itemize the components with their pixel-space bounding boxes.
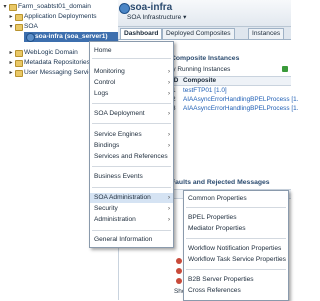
expand-icon[interactable]: ▸: [8, 48, 14, 58]
chevron-right-icon: ›: [168, 143, 170, 149]
chevron-right-icon: ›: [168, 206, 170, 212]
tab-dashboard[interactable]: Dashboard: [120, 28, 163, 39]
folder-icon: [15, 50, 23, 57]
chevron-right-icon: ›: [168, 132, 170, 138]
soa-infra-icon: [26, 33, 35, 42]
faults-title: Faults and Rejected Messages: [171, 179, 270, 186]
table-row[interactable]: AIAAsyncErrorHandlingBPELProcess [1.: [183, 105, 298, 113]
expand-icon[interactable]: ▸: [8, 12, 14, 22]
expand-icon[interactable]: ▸: [8, 58, 14, 68]
menu-item-monitoring[interactable]: Monitoring ›: [90, 67, 173, 77]
folder-icon: [15, 70, 23, 77]
tab-bar: Dashboard Deployed Composites Instances: [118, 27, 291, 40]
submenu-item-workflow-notification[interactable]: Workflow Notification Properties: [184, 244, 288, 254]
expand-icon[interactable]: ▸: [8, 68, 14, 78]
tab-instances[interactable]: Instances: [248, 28, 285, 39]
submenu-item-b2b-server[interactable]: B2B Server Properties: [184, 275, 288, 285]
tab-deployed-composites[interactable]: Deployed Composites: [162, 28, 235, 39]
menu-item-administration[interactable]: Administration ›: [90, 215, 173, 225]
menu-item-services-references[interactable]: Services and References: [90, 152, 173, 162]
page-title: soa-infra: [130, 2, 173, 13]
menu-item-security[interactable]: Security ›: [90, 204, 173, 214]
column-composite[interactable]: Composite: [183, 77, 216, 85]
submenu-item-bpel-properties[interactable]: BPEL Properties: [184, 213, 288, 223]
menu-item-service-engines[interactable]: Service Engines ›: [90, 130, 173, 140]
fault-icon: [176, 278, 182, 284]
menu-item-business-events[interactable]: Business Events: [90, 172, 173, 182]
menu-item-home[interactable]: Home: [90, 46, 173, 56]
submenu-item-workflow-task-service[interactable]: Workflow Task Service Properties: [184, 255, 288, 265]
fault-icon: [176, 268, 182, 274]
chevron-right-icon: ›: [168, 80, 170, 86]
chevron-right-icon: ›: [168, 111, 170, 117]
check-icon: [282, 66, 288, 72]
running-instances-label: ly Running Instances: [171, 66, 231, 73]
composite-instances-title: Composite Instances: [171, 55, 240, 62]
menu-item-soa-administration[interactable]: SOA Administration ›: [90, 193, 173, 203]
submenu-item-mediator-properties[interactable]: Mediator Properties: [184, 224, 288, 234]
menu-item-bindings[interactable]: Bindings ›: [90, 141, 173, 151]
menu-separator: [92, 58, 171, 59]
folder-icon: [9, 4, 17, 11]
menu-item-logs[interactable]: Logs ›: [90, 89, 173, 99]
folder-icon: [15, 24, 23, 31]
menu-separator: [186, 207, 286, 208]
table-row[interactable]: AIAAsyncErrorHandlingBPELProcess [1.: [183, 96, 298, 104]
collapse-icon[interactable]: ▾: [8, 22, 14, 32]
menu-separator: [186, 238, 286, 239]
soa-administration-submenu: Common Properties BPEL Properties Mediat…: [183, 190, 289, 301]
menu-separator: [92, 230, 171, 231]
chevron-right-icon: ›: [168, 217, 170, 223]
folder-icon: [15, 14, 23, 21]
menu-separator: [92, 166, 171, 167]
chevron-right-icon: ›: [168, 69, 170, 75]
page-header: soa-infra SOA Infrastructure ▾: [118, 0, 291, 27]
menu-separator: [186, 269, 286, 270]
collapse-icon[interactable]: ▾: [2, 2, 8, 12]
menu-separator: [92, 123, 171, 124]
menu-item-general-information[interactable]: General Information: [90, 235, 173, 245]
menu-separator: [92, 187, 171, 188]
submenu-item-common-properties[interactable]: Common Properties: [184, 194, 288, 204]
context-menu: Home Monitoring › Control › Logs › SOA Depl…: [89, 41, 174, 248]
table-row[interactable]: testFTP01 [1.0]: [183, 87, 227, 95]
menu-item-control[interactable]: Control ›: [90, 78, 173, 88]
menu-separator: [92, 103, 171, 104]
chevron-right-icon: ›: [168, 91, 170, 97]
soa-infrastructure-menu[interactable]: SOA Infrastructure ▾: [127, 13, 186, 21]
chevron-right-icon: ›: [168, 195, 170, 201]
fault-icon: [176, 258, 182, 264]
menu-item-soa-deployment[interactable]: SOA Deployment ›: [90, 109, 173, 119]
submenu-item-cross-references[interactable]: Cross References: [184, 286, 288, 296]
folder-icon: [15, 60, 23, 67]
